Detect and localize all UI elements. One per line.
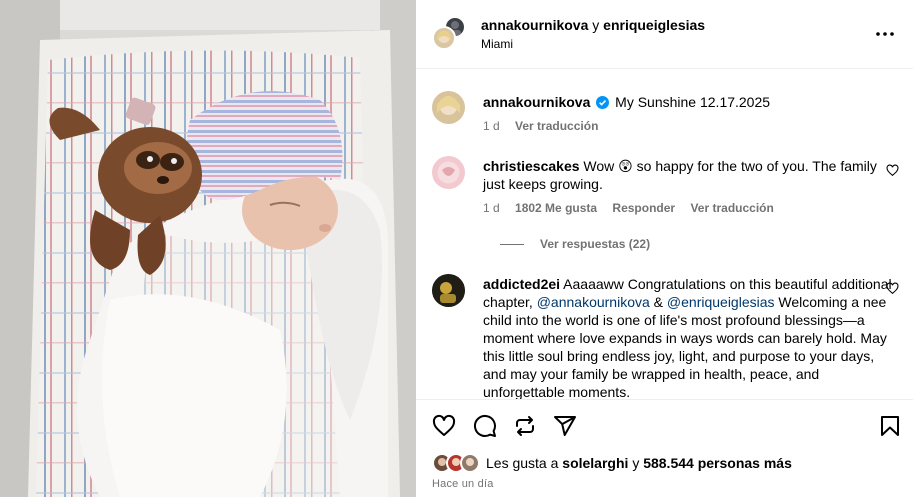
post-photo[interactable]	[0, 0, 416, 497]
mention-link[interactable]: @annakournikova	[537, 294, 650, 310]
repost-icon[interactable]	[513, 414, 537, 438]
comment-likes[interactable]: 1802 Me gusta	[515, 201, 597, 215]
translate-link[interactable]: Ver traducción	[690, 201, 773, 215]
likes-others[interactable]: 588.544 personas más	[643, 455, 792, 471]
avatar	[460, 453, 480, 473]
avatar[interactable]	[432, 156, 465, 189]
likes-joiner: y	[632, 455, 640, 471]
more-horizontal-icon[interactable]	[873, 22, 897, 46]
post-actions	[416, 399, 913, 451]
caption-username[interactable]: annakournikova	[483, 94, 590, 110]
translate-link[interactable]: Ver traducción	[515, 119, 598, 133]
newborn-photo-illustration	[0, 0, 416, 497]
comment-age[interactable]: 1 d	[483, 201, 500, 215]
comment-username[interactable]: addicted2ei	[483, 276, 560, 292]
comment-text: christiescakes Wow 😲 so happy for the tw…	[483, 157, 883, 193]
reply-button[interactable]: Responder	[612, 201, 675, 215]
avatar[interactable]	[432, 26, 456, 50]
post-detail-panel: annakournikova y enriqueiglesias Miami a…	[416, 0, 913, 497]
bookmark-icon[interactable]	[878, 414, 902, 438]
comment-meta: 1 d 1802 Me gusta Responder Ver traducci…	[483, 201, 786, 215]
comment-body: Wow	[583, 158, 615, 174]
caption-age[interactable]: 1 d	[483, 119, 500, 133]
verified-badge-icon	[596, 95, 610, 113]
comment-bubble-icon[interactable]	[473, 414, 497, 438]
authors-joiner: y	[592, 17, 600, 33]
author-username[interactable]: enriqueiglesias	[603, 17, 705, 33]
view-replies-button[interactable]: Ver respuestas (22)	[500, 237, 650, 251]
send-icon[interactable]	[553, 414, 577, 438]
comment-text: addicted2ei Aaaaaww Congratulations on t…	[483, 275, 893, 399]
mention-link[interactable]: @enriqueiglesias	[667, 294, 775, 310]
post-header: annakournikova y enriqueiglesias Miami	[416, 0, 913, 69]
comment-username[interactable]: christiescakes	[483, 158, 580, 174]
collab-avatars[interactable]	[432, 16, 466, 50]
mention-joiner: &	[653, 294, 664, 310]
heart-icon[interactable]	[432, 414, 456, 438]
post-location[interactable]: Miami	[481, 37, 513, 51]
view-replies-label[interactable]: Ver respuestas (22)	[540, 237, 650, 251]
likes-prefix: Les gusta a	[486, 455, 559, 471]
caption-text: annakournikova My Sunshine 12.17.2025	[483, 93, 770, 113]
emoji: 😲	[618, 158, 633, 174]
caption-body: My Sunshine 12.17.2025	[615, 94, 771, 110]
heart-icon[interactable]	[886, 164, 900, 178]
replies-divider	[500, 243, 524, 245]
avatar[interactable]	[432, 91, 465, 124]
post-timestamp[interactable]: Hace un día	[432, 478, 494, 490]
caption-meta: 1 d Ver traducción	[483, 119, 610, 133]
liker-username[interactable]: solelarghi	[562, 455, 628, 471]
comments-feed[interactable]: annakournikova My Sunshine 12.17.2025 1 …	[416, 69, 913, 399]
avatar[interactable]	[432, 274, 465, 307]
heart-icon[interactable]	[886, 282, 900, 296]
likes-summary[interactable]: Les gusta a solelarghi y 588.544 persona…	[432, 451, 792, 475]
author-username[interactable]: annakournikova	[481, 17, 588, 33]
liker-avatars[interactable]	[432, 452, 482, 474]
post-authors[interactable]: annakournikova y enriqueiglesias	[481, 17, 705, 33]
